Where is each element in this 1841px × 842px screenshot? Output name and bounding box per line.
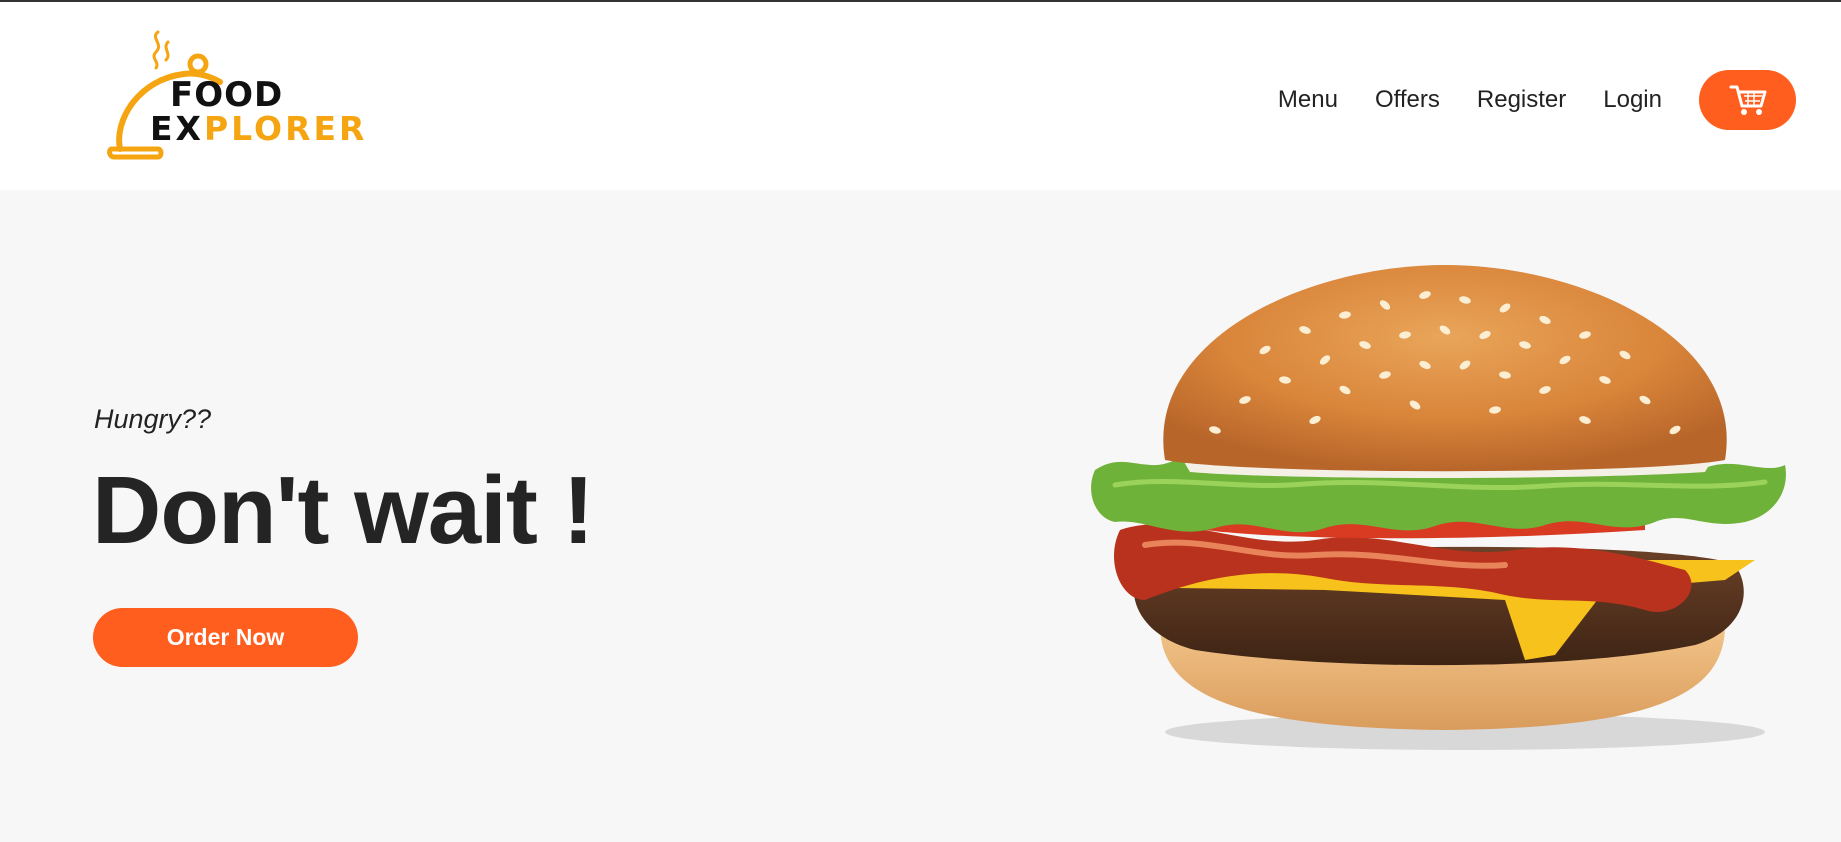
brand-word-ex: EX: [150, 109, 204, 148]
brand-word-plorer: PLORER: [204, 109, 368, 148]
nav-link-offers[interactable]: Offers: [1375, 86, 1440, 114]
hero-tagline: Hungry??: [94, 404, 212, 434]
order-now-button[interactable]: Order Now: [93, 608, 358, 667]
main-nav: Menu Offers Register Login: [1278, 70, 1796, 130]
nav-link-register[interactable]: Register: [1477, 86, 1566, 114]
brand-logo[interactable]: FOOD EXPLORER: [100, 24, 364, 169]
nav-link-login[interactable]: Login: [1603, 86, 1662, 114]
burger-image: [1091, 265, 1786, 750]
brand-word-food: FOOD: [170, 75, 284, 115]
cart-button[interactable]: [1699, 70, 1796, 130]
hero-section: Hungry?? Don't wait ! Order Now: [0, 190, 1841, 842]
site-header: FOOD EXPLORER Menu Offers Register Login: [0, 2, 1841, 190]
hero-headline: Don't wait !: [92, 457, 594, 564]
nav-link-menu[interactable]: Menu: [1278, 86, 1338, 114]
brand-word-explorer: EXPLORER: [150, 112, 367, 145]
shopping-cart-icon: [1729, 85, 1766, 115]
